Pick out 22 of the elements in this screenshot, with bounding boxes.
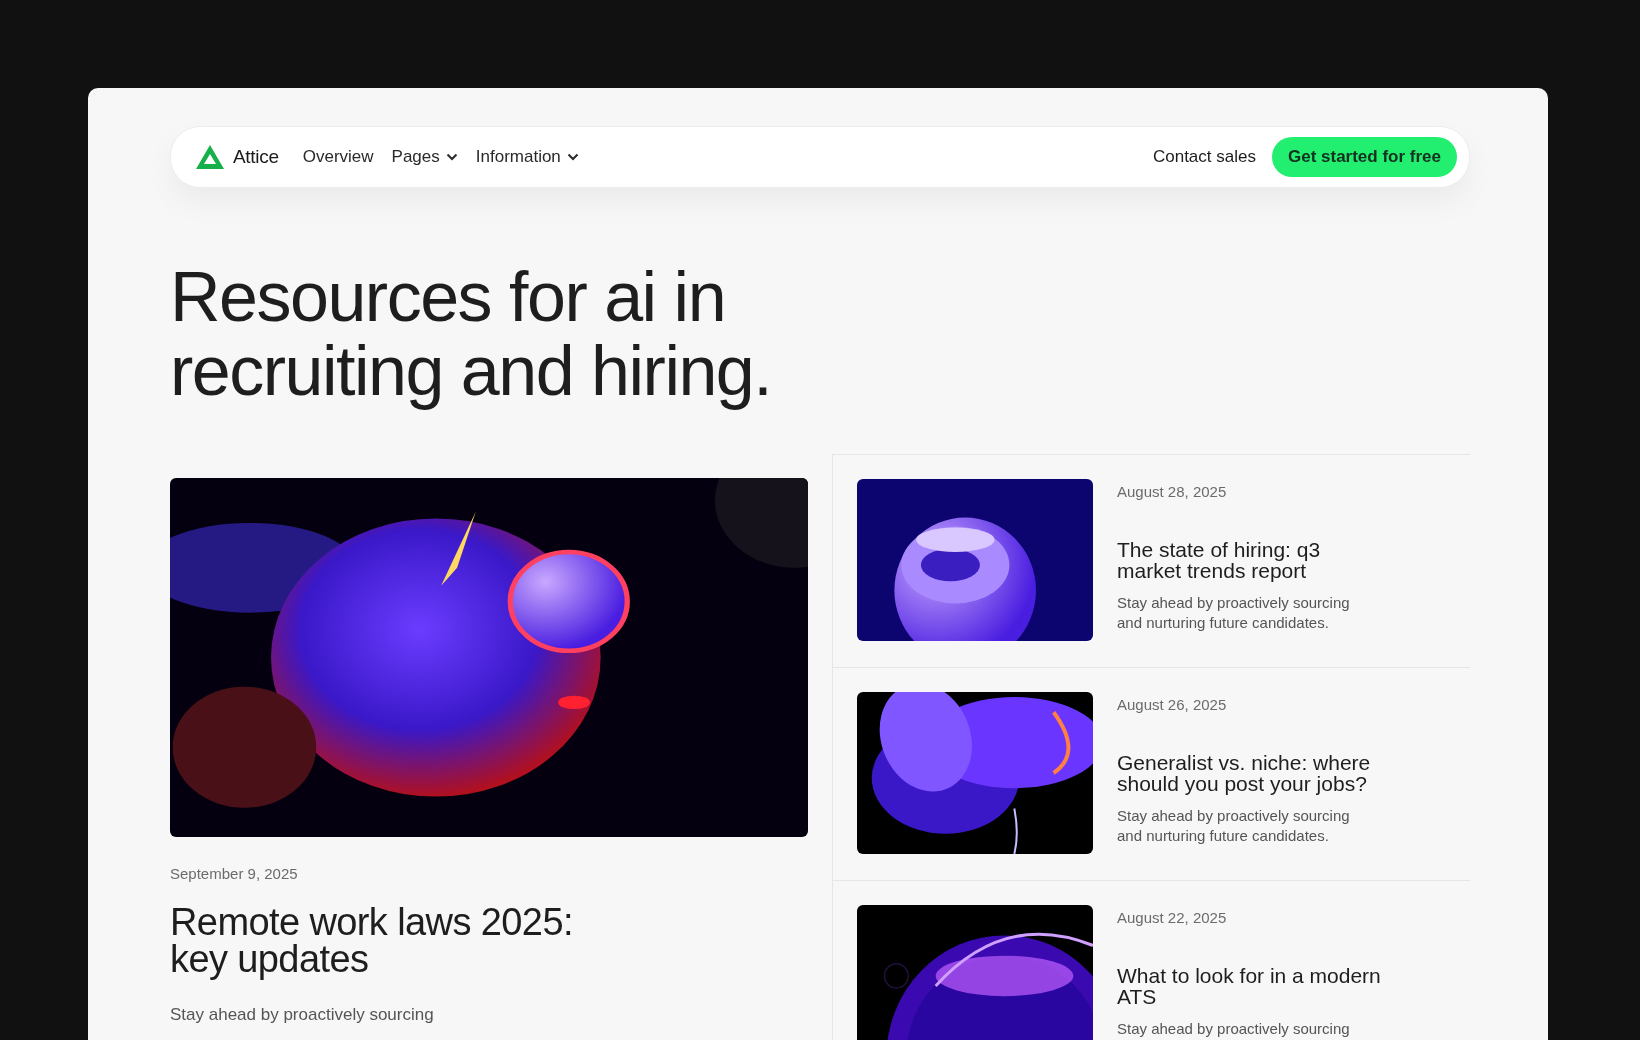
chevron-down-icon [566,153,579,161]
article-summary: Stay ahead by proactively sourcing [170,1004,435,1026]
article-date: August 26, 2025 [1117,696,1228,713]
article-title[interactable]: The state of hiring: q3 market trends report [1117,539,1387,581]
article-summary: Stay ahead by proactively sourcing [1117,1019,1351,1039]
article-date: September 9, 2025 [170,865,299,882]
logo-icon [195,144,225,170]
get-started-button[interactable]: Get started for free [1271,137,1457,177]
nav-link[interactable]: Overview [302,147,374,167]
article-date: August 22, 2025 [1117,909,1228,926]
article-title[interactable]: Generalist vs. niche: where should you post your jobs? [1117,752,1387,794]
article-date: August 28, 2025 [1117,483,1228,500]
brand-name: Attice [233,146,279,168]
chevron-down-icon [445,153,458,161]
article-summary: Stay ahead by proactively sourcing and nurturing future candidates. [1117,593,1351,633]
nav-link[interactable]: Pages [391,147,458,167]
article-title[interactable]: Remote work laws 2025: key updates [170,904,630,978]
contact-sales-link[interactable]: Contact sales [1152,147,1256,167]
nav-link[interactable]: Information [475,147,579,167]
article-summary: Stay ahead by proactively sourcing and nurturing future candidates. [1117,806,1351,846]
page-heading: Resources for ai in recruiting and hiring. [170,260,773,408]
article-title[interactable]: What to look for in a modern ATS [1117,965,1387,1007]
